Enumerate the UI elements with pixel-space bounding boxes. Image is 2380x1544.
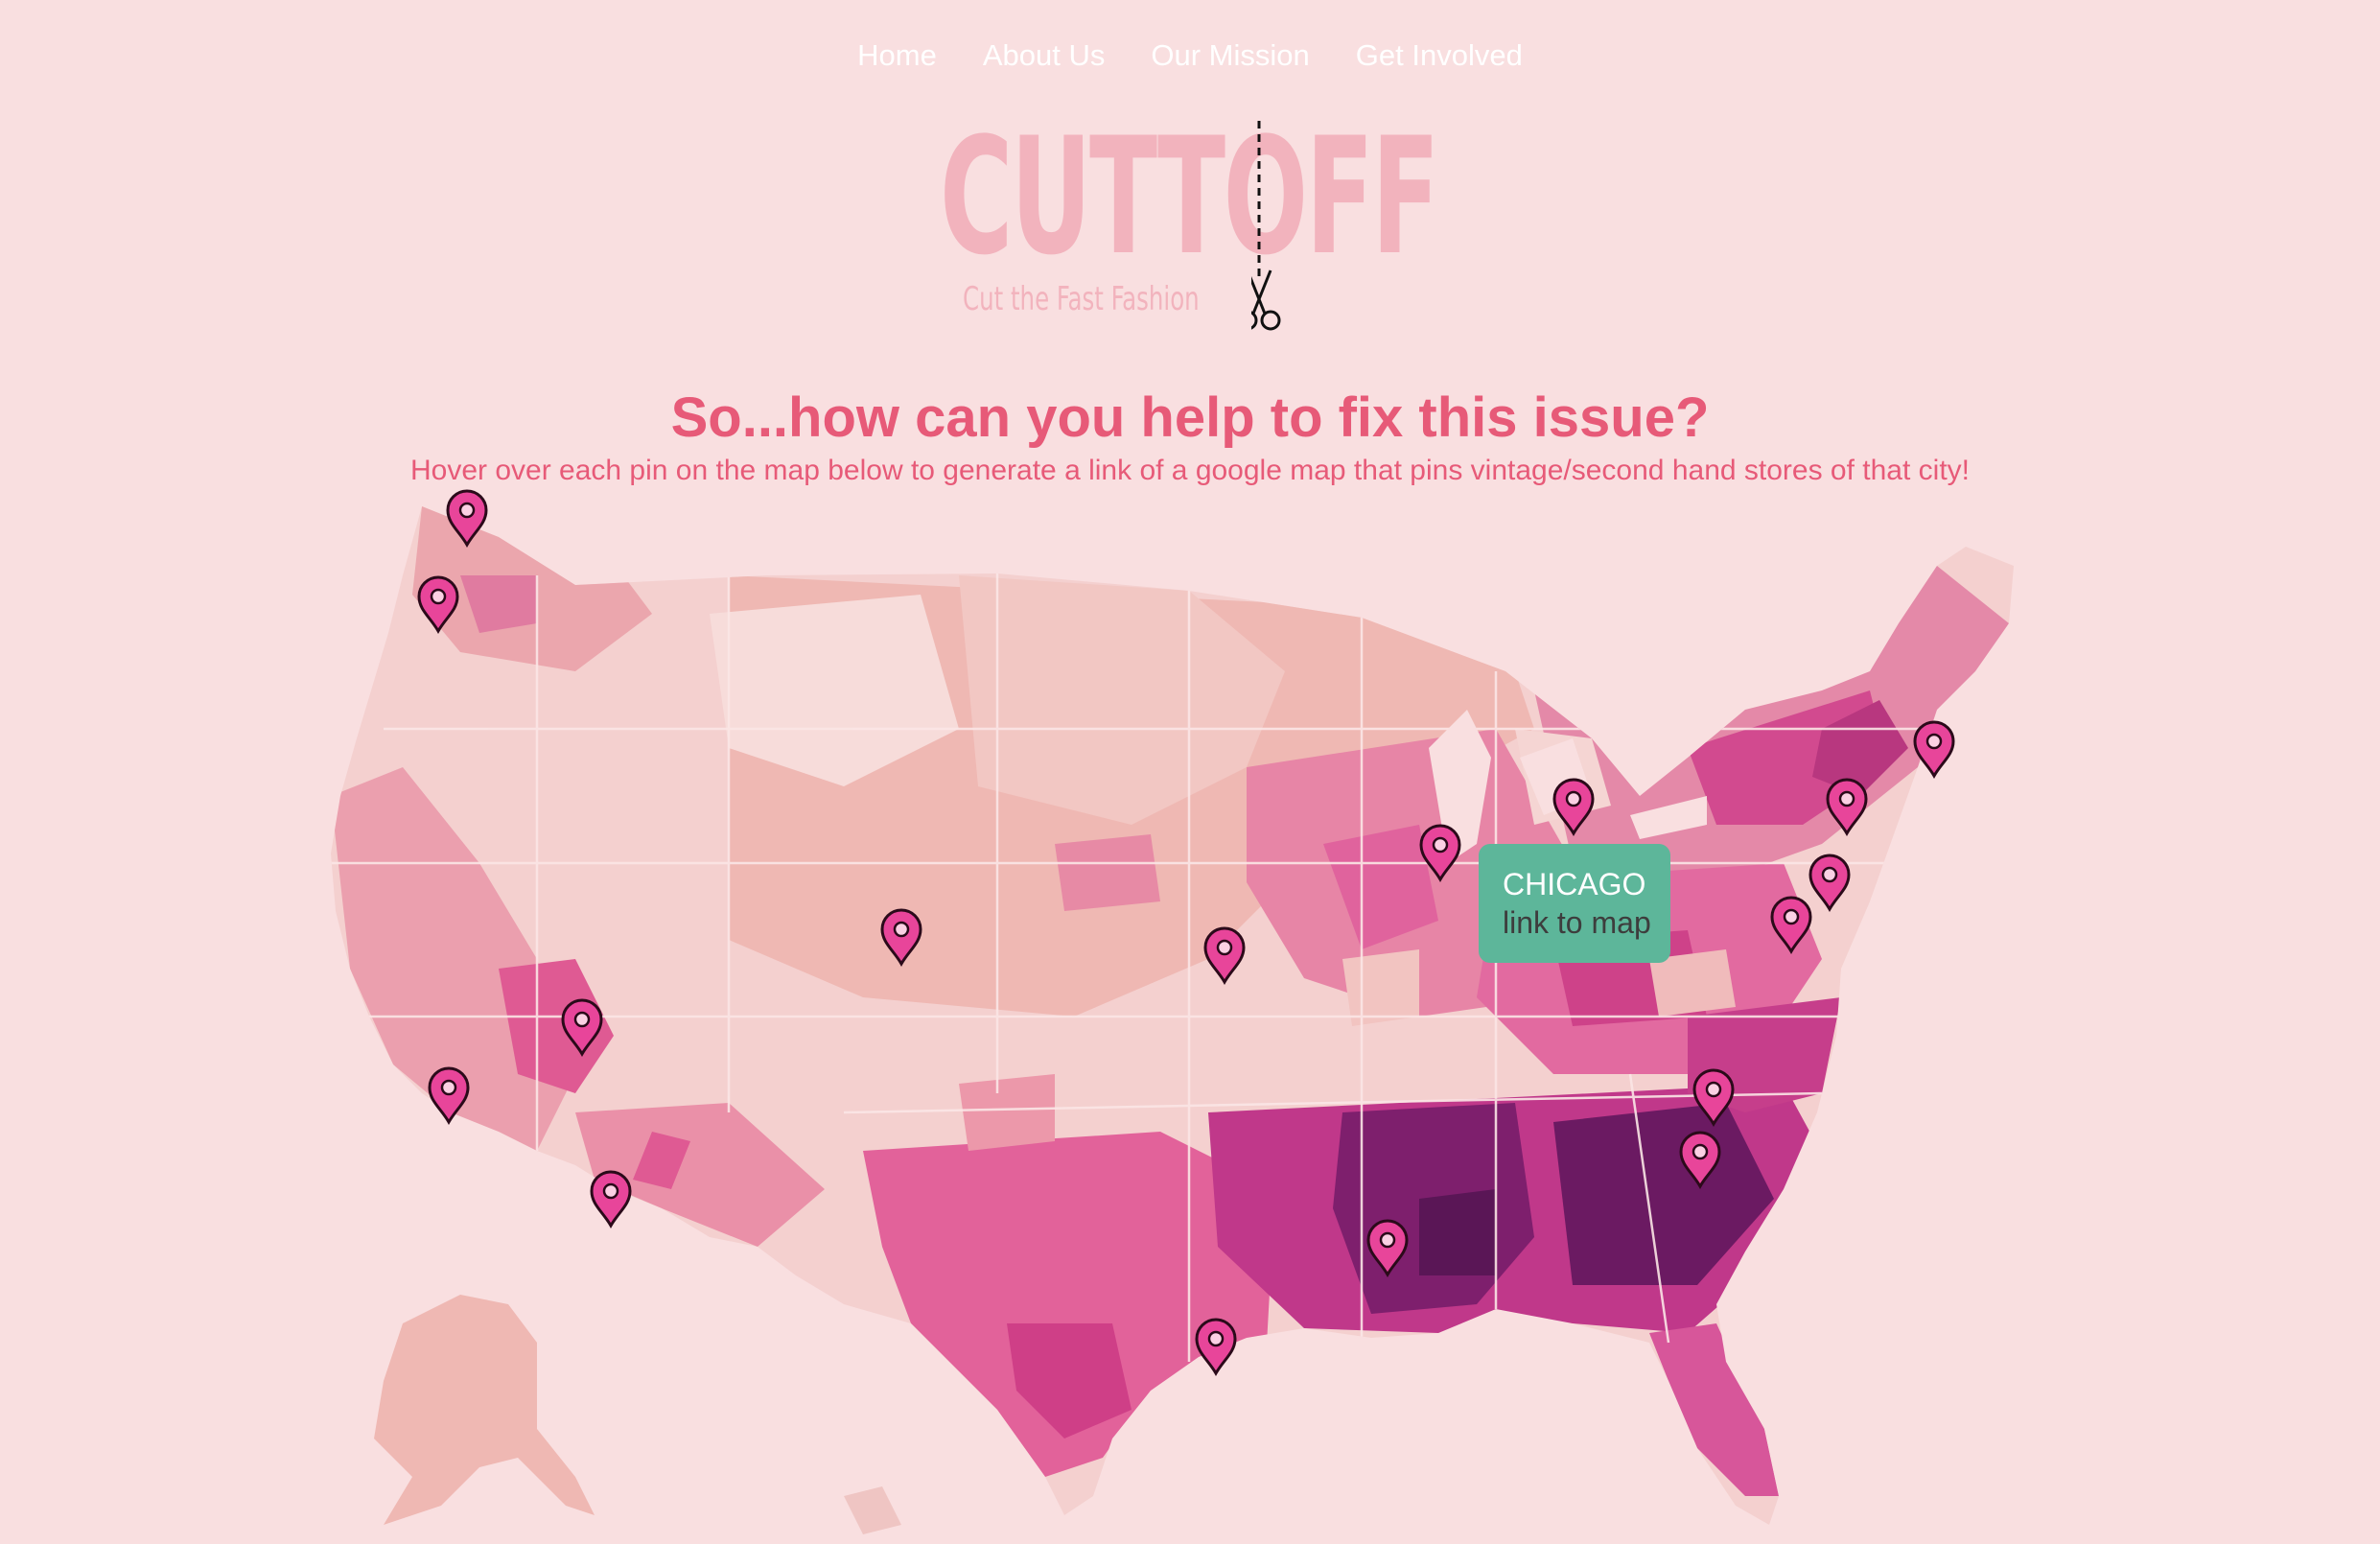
map-pin-houston[interactable] bbox=[1195, 1318, 1237, 1377]
us-choropleth-map bbox=[331, 489, 2014, 1534]
city-tooltip: CHICAGO link to map bbox=[1479, 844, 1670, 963]
tooltip-city-name: CHICAGO bbox=[1503, 867, 1646, 901]
map-pin-dot bbox=[1783, 908, 1800, 925]
map-pin-dot bbox=[1925, 733, 1943, 750]
map-pin-dot bbox=[1565, 790, 1582, 807]
map-pin-dot bbox=[1216, 939, 1233, 956]
alaska-region bbox=[374, 1295, 595, 1525]
map-pin-dot bbox=[440, 1079, 457, 1096]
map-pin-dot bbox=[458, 502, 476, 519]
map-pin-phoenix[interactable] bbox=[590, 1170, 632, 1229]
map-pin-dot bbox=[430, 588, 447, 605]
map-pin-dot bbox=[1207, 1330, 1225, 1347]
map-pin-boston[interactable] bbox=[1913, 720, 1955, 780]
page: Home About Us Our Mission Get Involved C… bbox=[0, 0, 2380, 1544]
map-pin-dot bbox=[573, 1011, 591, 1028]
tooltip-map-link[interactable]: link to map bbox=[1503, 903, 1670, 942]
map-pin-dot bbox=[1705, 1081, 1722, 1098]
hawaii-region bbox=[844, 1486, 901, 1534]
map-pin-dot bbox=[1821, 866, 1838, 883]
map-pin-dot bbox=[893, 921, 910, 938]
map-pin-dot bbox=[1432, 836, 1449, 854]
map-pin-dot bbox=[1692, 1143, 1709, 1160]
map-pin-dot bbox=[1379, 1231, 1396, 1249]
map-pin-dot bbox=[602, 1182, 619, 1200]
map-pin-dot bbox=[1838, 790, 1855, 807]
